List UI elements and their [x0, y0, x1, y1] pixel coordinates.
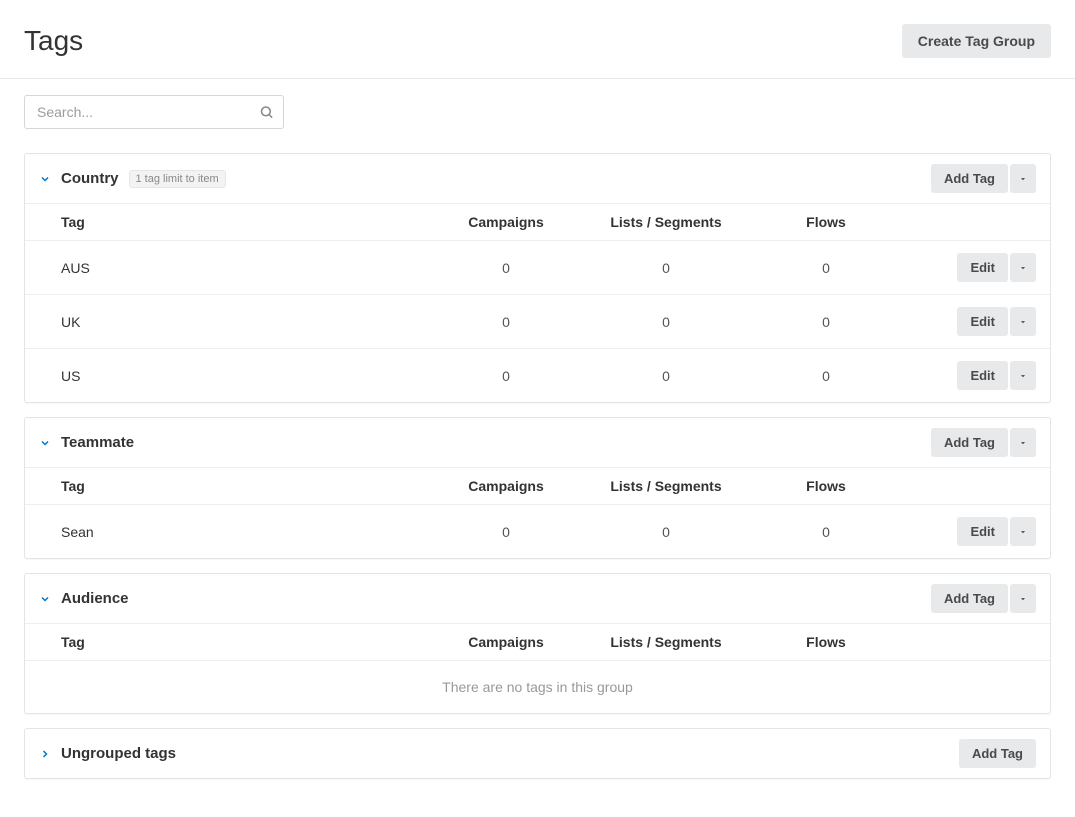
tag-lists_segments-count: 0 — [576, 524, 756, 540]
col-header-lists-segments: Lists / Segments — [576, 214, 756, 230]
group-header: Audience Add Tag — [25, 574, 1050, 623]
tag-campaigns-count: 0 — [436, 260, 576, 276]
edit-button-group: Edit — [957, 517, 1036, 546]
group-title: Audience — [61, 590, 129, 607]
table-row: AUS000Edit — [25, 240, 1050, 294]
group-title: Ungrouped tags — [61, 745, 176, 762]
edit-dropdown-button[interactable] — [1010, 307, 1036, 336]
tag-flows-count: 0 — [756, 524, 896, 540]
table-header: TagCampaignsLists / SegmentsFlows — [25, 203, 1050, 240]
caret-down-icon — [1018, 594, 1028, 604]
col-header-lists-segments: Lists / Segments — [576, 634, 756, 650]
tag-group-country: Country 1 tag limit to item Add Tag TagCamp… — [24, 153, 1051, 403]
edit-dropdown-button[interactable] — [1010, 361, 1036, 390]
tag-group-audience: Audience Add Tag TagCampaignsLists / Segme… — [24, 573, 1051, 714]
add-tag-button[interactable]: Add Tag — [931, 428, 1008, 457]
tag-name: AUS — [61, 260, 436, 276]
table-header: TagCampaignsLists / SegmentsFlows — [25, 623, 1050, 660]
search-input[interactable] — [24, 95, 284, 129]
content-area: Country1 tag limit to itemAdd TagTagCamp… — [0, 79, 1075, 817]
search-wrap — [24, 95, 284, 129]
col-header-campaigns: Campaigns — [436, 634, 576, 650]
add-tag-button[interactable]: Add Tag — [931, 584, 1008, 613]
table-header: TagCampaignsLists / SegmentsFlows — [25, 467, 1050, 504]
chevron-down-icon[interactable] — [39, 437, 51, 449]
page-header: Tags Create Tag Group — [0, 0, 1075, 79]
table-row: US000Edit — [25, 348, 1050, 402]
create-tag-group-button[interactable]: Create Tag Group — [902, 24, 1051, 58]
chevron-down-icon[interactable] — [39, 593, 51, 605]
caret-down-icon — [1018, 371, 1028, 381]
tag-name: UK — [61, 314, 436, 330]
page-title: Tags — [24, 25, 83, 57]
edit-button[interactable]: Edit — [957, 307, 1008, 336]
col-header-lists-segments: Lists / Segments — [576, 478, 756, 494]
row-actions: Edit — [896, 517, 1036, 546]
tag-lists_segments-count: 0 — [576, 314, 756, 330]
table-row: UK000Edit — [25, 294, 1050, 348]
add-tag-dropdown-button[interactable] — [1010, 164, 1036, 193]
edit-button-group: Edit — [957, 253, 1036, 282]
col-header-tag: Tag — [61, 634, 436, 650]
empty-group-message: There are no tags in this group — [25, 660, 1050, 713]
row-actions: Edit — [896, 307, 1036, 336]
col-header-tag: Tag — [61, 478, 436, 494]
edit-button-group: Edit — [957, 307, 1036, 336]
tag-campaigns-count: 0 — [436, 524, 576, 540]
caret-down-icon — [1018, 438, 1028, 448]
group-header: Ungrouped tags Add Tag — [25, 729, 1050, 778]
col-header-flows: Flows — [756, 478, 896, 494]
row-actions: Edit — [896, 361, 1036, 390]
edit-dropdown-button[interactable] — [1010, 253, 1036, 282]
edit-button-group: Edit — [957, 361, 1036, 390]
col-header-flows: Flows — [756, 634, 896, 650]
col-header-campaigns: Campaigns — [436, 478, 576, 494]
caret-down-icon — [1018, 527, 1028, 537]
group-title: Teammate — [61, 434, 134, 451]
tag-flows-count: 0 — [756, 314, 896, 330]
tag-limit-badge: 1 tag limit to item — [129, 170, 226, 188]
group-header: Country 1 tag limit to item Add Tag — [25, 154, 1050, 203]
chevron-right-icon[interactable] — [39, 748, 51, 760]
tag-lists_segments-count: 0 — [576, 260, 756, 276]
tag-group-ungrouped: Ungrouped tags Add Tag — [24, 728, 1051, 779]
row-actions: Edit — [896, 253, 1036, 282]
group-header: Teammate Add Tag — [25, 418, 1050, 467]
edit-button[interactable]: Edit — [957, 517, 1008, 546]
add-tag-button-group: Add Tag — [931, 428, 1036, 457]
add-tag-button-group: Add Tag — [931, 164, 1036, 193]
edit-dropdown-button[interactable] — [1010, 517, 1036, 546]
tag-flows-count: 0 — [756, 368, 896, 384]
tag-group-teammate: Teammate Add Tag TagCampaignsLists / Segme… — [24, 417, 1051, 559]
add-tag-button-group: Add Tag — [931, 584, 1036, 613]
col-header-flows: Flows — [756, 214, 896, 230]
add-tag-dropdown-button[interactable] — [1010, 428, 1036, 457]
tag-name: US — [61, 368, 436, 384]
tag-campaigns-count: 0 — [436, 314, 576, 330]
tag-flows-count: 0 — [756, 260, 896, 276]
col-header-tag: Tag — [61, 214, 436, 230]
caret-down-icon — [1018, 317, 1028, 327]
tag-lists_segments-count: 0 — [576, 368, 756, 384]
add-tag-button-group: Add Tag — [959, 739, 1036, 768]
caret-down-icon — [1018, 263, 1028, 273]
edit-button[interactable]: Edit — [957, 253, 1008, 282]
tag-name: Sean — [61, 524, 436, 540]
table-row: Sean000Edit — [25, 504, 1050, 558]
add-tag-button[interactable]: Add Tag — [931, 164, 1008, 193]
chevron-down-icon[interactable] — [39, 173, 51, 185]
col-header-campaigns: Campaigns — [436, 214, 576, 230]
group-title: Country — [61, 170, 119, 187]
add-tag-dropdown-button[interactable] — [1010, 584, 1036, 613]
edit-button[interactable]: Edit — [957, 361, 1008, 390]
add-tag-button[interactable]: Add Tag — [959, 739, 1036, 768]
caret-down-icon — [1018, 174, 1028, 184]
tag-campaigns-count: 0 — [436, 368, 576, 384]
